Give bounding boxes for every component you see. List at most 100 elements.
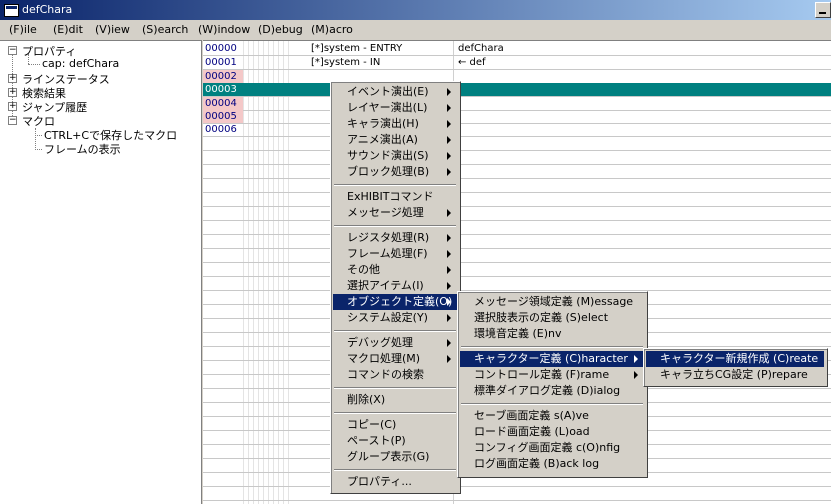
menu-item-character-def[interactable]: キャラクター定義 (C)haracter	[460, 351, 644, 367]
table-row[interactable]: 00001 [*]system - IN ← def	[203, 56, 831, 70]
row-command: [*]system - ENTRY	[311, 43, 403, 54]
menu-separator	[334, 469, 456, 471]
menu-separator	[334, 412, 456, 414]
collapse-icon[interactable]: −	[8, 116, 17, 125]
table-row[interactable]	[203, 235, 831, 249]
submenu-arrow-icon	[447, 136, 451, 144]
row-command: [*]system - IN	[311, 57, 381, 68]
submenu-arrow-icon	[447, 234, 451, 242]
expand-icon[interactable]: +	[8, 102, 17, 111]
menu-item-config-screen[interactable]: コンフィグ画面定義 c(O)nfig	[460, 440, 644, 456]
expand-icon[interactable]: +	[8, 88, 17, 97]
menu-search[interactable]: (S)earch	[142, 23, 188, 36]
table-row[interactable]: 00000 [*]system - ENTRY defChara	[203, 42, 831, 56]
menu-item-event[interactable]: イベント演出(E)	[333, 84, 457, 100]
minimize-button[interactable]	[815, 2, 831, 18]
table-row[interactable]	[203, 151, 831, 165]
menu-item-macro[interactable]: マクロ処理(M)	[333, 351, 457, 367]
table-row[interactable]	[203, 221, 831, 235]
menu-item-message[interactable]: メッセージ処理	[333, 205, 457, 221]
menu-item-select-def[interactable]: 選択肢表示の定義 (S)elect	[460, 310, 644, 326]
menu-item-exhibit[interactable]: ExHIBITコマンド	[333, 189, 457, 205]
menu-separator	[334, 184, 456, 186]
tree-view[interactable]: − プロパティ cap: defChara + ラインステータス + 検索結果 …	[0, 40, 202, 504]
submenu-arrow-icon	[447, 250, 451, 258]
table-row[interactable]	[203, 137, 831, 151]
line-number: 00001	[205, 57, 237, 68]
character-submenu: キャラクター新規作成 (C)reate キャラ立ちCG設定 (P)repare	[643, 348, 828, 387]
menu-item-select-item[interactable]: 選択アイテム(I)	[333, 278, 457, 294]
menu-separator	[461, 403, 643, 405]
submenu-arrow-icon	[447, 168, 451, 176]
menu-item-control-def[interactable]: コントロール定義 (F)rame	[460, 367, 644, 383]
table-row[interactable]	[203, 207, 831, 221]
menu-item-debug[interactable]: デバッグ処理	[333, 335, 457, 351]
submenu-arrow-icon	[447, 266, 451, 274]
collapse-icon[interactable]: −	[8, 46, 17, 55]
menu-item-paste[interactable]: ペースト(P)	[333, 433, 457, 449]
menu-item-layer[interactable]: レイヤー演出(L)	[333, 100, 457, 116]
menu-edit[interactable]: (E)dit	[53, 23, 83, 36]
menu-item-frame[interactable]: フレーム処理(F)	[333, 246, 457, 262]
menu-file[interactable]: (F)ile	[9, 23, 37, 36]
table-row[interactable]	[203, 193, 831, 207]
submenu-arrow-icon	[447, 314, 451, 322]
line-number: 00000	[205, 43, 237, 54]
submenu-arrow-icon	[447, 282, 451, 290]
title-bar: defChara	[0, 0, 831, 20]
menu-item-load-screen[interactable]: ロード画面定義 (L)oad	[460, 424, 644, 440]
table-row[interactable]	[203, 165, 831, 179]
line-number: 00004	[203, 97, 243, 110]
tree-item-cap[interactable]: cap: defChara	[42, 57, 119, 70]
submenu-arrow-icon	[447, 355, 451, 363]
line-number: 00006	[205, 124, 237, 135]
submenu-arrow-icon	[634, 371, 638, 379]
menu-separator	[461, 346, 643, 348]
table-row[interactable]: 00006	[203, 123, 831, 137]
menu-item-other[interactable]: その他	[333, 262, 457, 278]
tree-item-show-frames[interactable]: フレームの表示	[44, 141, 121, 157]
menu-item-log-screen[interactable]: ログ画面定義 (B)ack log	[460, 456, 644, 472]
expand-icon[interactable]: +	[8, 74, 17, 83]
menu-item-character-prepare[interactable]: キャラ立ちCG設定 (P)repare	[646, 367, 824, 383]
menu-item-register[interactable]: レジスタ処理(R)	[333, 230, 457, 246]
menu-item-message-area[interactable]: メッセージ領域定義 (M)essage	[460, 294, 644, 310]
menu-item-block[interactable]: ブロック処理(B)	[333, 164, 457, 180]
submenu-arrow-icon	[447, 298, 451, 306]
menu-bar: (F)ile (E)dit (V)iew (S)earch (W)indow (…	[0, 20, 831, 40]
menu-item-anime[interactable]: アニメ演出(A)	[333, 132, 457, 148]
table-row[interactable]: 00005	[203, 110, 831, 124]
table-row[interactable]	[203, 249, 831, 263]
table-row[interactable]: 00002	[203, 70, 831, 84]
table-row[interactable]	[203, 179, 831, 193]
line-number: 00002	[203, 70, 243, 83]
row-argument: ← def	[458, 57, 486, 68]
submenu-arrow-icon	[634, 355, 638, 363]
menu-macro[interactable]: (M)acro	[311, 23, 353, 36]
table-row[interactable]	[203, 487, 831, 501]
menu-item-chara[interactable]: キャラ演出(H)	[333, 116, 457, 132]
table-row[interactable]	[203, 277, 831, 291]
menu-item-system-set[interactable]: システム設定(Y)	[333, 310, 457, 326]
menu-item-delete[interactable]: 削除(X)	[333, 392, 457, 408]
menu-item-sound[interactable]: サウンド演出(S)	[333, 148, 457, 164]
submenu-arrow-icon	[447, 120, 451, 128]
menu-item-character-create[interactable]: キャラクター新規作成 (C)reate	[646, 351, 824, 367]
window-title: defChara	[22, 3, 73, 16]
menu-item-command-search[interactable]: コマンドの検索	[333, 367, 457, 383]
menu-item-save-screen[interactable]: セーブ画面定義 s(A)ve	[460, 408, 644, 424]
table-row[interactable]: 00004	[203, 97, 831, 111]
menu-item-copy[interactable]: コピー(C)	[333, 417, 457, 433]
menu-item-dialog-def[interactable]: 標準ダイアログ定義 (D)ialog	[460, 383, 644, 399]
menu-item-env-sound[interactable]: 環境音定義 (E)nv	[460, 326, 644, 342]
menu-debug[interactable]: (D)ebug	[258, 23, 303, 36]
menu-separator	[334, 387, 456, 389]
menu-window[interactable]: (W)indow	[198, 23, 250, 36]
object-submenu: メッセージ領域定義 (M)essage 選択肢表示の定義 (S)elect 環境…	[457, 291, 648, 478]
table-row[interactable]	[203, 263, 831, 277]
menu-item-object-def[interactable]: オブジェクト定義(O)	[333, 294, 457, 310]
menu-view[interactable]: (V)iew	[95, 23, 130, 36]
table-row-selected[interactable]: 00003	[203, 83, 831, 97]
menu-item-property[interactable]: プロパティ...	[333, 474, 457, 490]
menu-item-group[interactable]: グループ表示(G)	[333, 449, 457, 465]
